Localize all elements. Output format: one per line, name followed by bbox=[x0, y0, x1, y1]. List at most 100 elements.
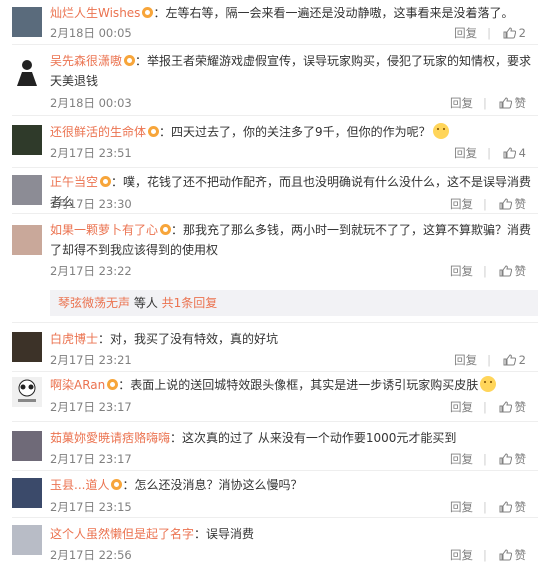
reply-button[interactable]: 回复 bbox=[450, 95, 473, 111]
avatar[interactable] bbox=[12, 377, 42, 407]
comment-text: ：误导消费 bbox=[194, 527, 255, 541]
like-button[interactable]: 赞 bbox=[499, 399, 527, 415]
username-link[interactable]: 如果一颗萝卜有了心 bbox=[50, 223, 158, 237]
like-count: 赞 bbox=[514, 264, 527, 278]
avatar[interactable] bbox=[12, 225, 42, 255]
like-button[interactable]: 赞 bbox=[499, 451, 527, 467]
like-count: 赞 bbox=[514, 548, 527, 562]
comment-text: ：对，我买了没有特效，真的好坑 bbox=[98, 332, 279, 346]
comment-time: 2月17日 23:15 bbox=[50, 500, 132, 514]
comment-text: ：这次真的过了 从来没有一个动作要1000元才能买到 bbox=[170, 431, 457, 445]
reply-button[interactable]: 回复 bbox=[454, 352, 477, 368]
like-count: 2 bbox=[518, 26, 526, 40]
like-button[interactable]: 2 bbox=[503, 352, 526, 368]
vip-badge-icon bbox=[142, 7, 154, 18]
thumbs-up-icon bbox=[503, 27, 516, 39]
avatar[interactable] bbox=[12, 56, 42, 86]
username-link[interactable]: 这个人虽然懒但是起了名字 bbox=[50, 527, 194, 541]
avatar[interactable] bbox=[12, 7, 42, 37]
comment-time: 2月17日 22:56 bbox=[50, 548, 132, 562]
vip-badge-icon bbox=[111, 479, 123, 490]
like-count: 赞 bbox=[514, 452, 527, 466]
comment-time: 2月18日 00:05 bbox=[50, 26, 132, 40]
thinking-emoji-icon bbox=[432, 123, 449, 139]
thumbs-up-icon bbox=[503, 147, 516, 159]
thumbs-up-icon bbox=[499, 97, 512, 109]
reply-button[interactable]: 回复 bbox=[450, 499, 473, 515]
like-button[interactable]: 赞 bbox=[499, 196, 526, 212]
reply-button[interactable]: 回复 bbox=[454, 25, 477, 41]
comment-text: ：举报王者荣耀游戏虚假宣传，误导玩家购买，侵犯了玩家的知情权，要求天美退钱 bbox=[50, 54, 532, 88]
reply-button[interactable]: 回复 bbox=[450, 451, 473, 467]
divider bbox=[12, 517, 538, 518]
like-button[interactable]: 赞 bbox=[499, 263, 527, 279]
thumbs-up-icon bbox=[499, 549, 512, 561]
divider bbox=[12, 44, 538, 45]
divider bbox=[12, 213, 538, 214]
avatar[interactable] bbox=[12, 175, 42, 205]
comment-time: 2月17日 23:17 bbox=[50, 452, 132, 466]
avatar-figure-icon bbox=[17, 60, 37, 86]
username-link[interactable]: 啊染ARan bbox=[50, 378, 105, 392]
like-count: 2 bbox=[518, 353, 526, 367]
divider bbox=[12, 167, 538, 168]
username-link[interactable]: 茹菓妳愛暁请痞赂嗨嗨 bbox=[50, 431, 170, 445]
username-link[interactable]: 正午当空 bbox=[50, 175, 98, 189]
thumbs-up-icon bbox=[499, 401, 512, 413]
comment-time: 2月18日 00:03 bbox=[50, 96, 132, 110]
username-link[interactable]: 吴先森很潇嗷 bbox=[50, 54, 122, 68]
username-link[interactable]: 白虎博士 bbox=[50, 332, 98, 346]
divider bbox=[12, 322, 538, 323]
avatar[interactable] bbox=[12, 431, 42, 461]
like-button[interactable]: 2 bbox=[503, 25, 526, 41]
like-button[interactable]: 4 bbox=[503, 145, 526, 161]
divider bbox=[12, 421, 538, 422]
divider bbox=[12, 115, 538, 116]
thumbs-up-icon bbox=[499, 501, 512, 513]
username-link[interactable]: 灿烂人生Wishes bbox=[50, 6, 140, 20]
username-link[interactable]: 玉县...道人 bbox=[50, 478, 109, 492]
like-count: 4 bbox=[518, 146, 526, 160]
panda-meme-icon bbox=[18, 379, 36, 402]
like-button[interactable]: 赞 bbox=[499, 547, 527, 563]
comment-time: 2月17日 23:21 bbox=[50, 353, 132, 367]
sub-reply-user-link[interactable]: 琴弦微荡无声 bbox=[58, 296, 130, 310]
vip-badge-icon bbox=[160, 224, 172, 235]
divider bbox=[12, 470, 538, 471]
reply-button[interactable]: 回复 bbox=[450, 547, 473, 563]
reply-button[interactable]: 回复 bbox=[450, 399, 473, 415]
like-button[interactable]: 赞 bbox=[499, 95, 527, 111]
comment-content: 灿烂人生Wishes ：左等右等，隔一会来看一遍还是没动静嗷，这事看来是没着落了。 bbox=[50, 3, 538, 23]
avatar[interactable] bbox=[12, 125, 42, 155]
sub-reply-bar: 琴弦微荡无声 等人 共1条回复 bbox=[50, 290, 538, 316]
vip-badge-icon bbox=[148, 126, 160, 137]
thumbs-up-icon bbox=[499, 453, 512, 465]
like-count: 赞 bbox=[514, 400, 527, 414]
vip-badge-icon bbox=[124, 55, 136, 66]
avatar[interactable] bbox=[12, 525, 42, 555]
view-replies-link[interactable]: 共1条回复 bbox=[162, 296, 218, 310]
comment-time: 2月17日 23:22 bbox=[50, 264, 132, 278]
comment-time: 2月17日 23:17 bbox=[50, 400, 132, 414]
like-button[interactable]: 赞 bbox=[499, 499, 527, 515]
avatar[interactable] bbox=[12, 478, 42, 508]
thumbs-up-icon bbox=[499, 265, 512, 277]
username-link[interactable]: 还很鲜活的生命体 bbox=[50, 125, 146, 139]
reply-button[interactable]: 回复 bbox=[454, 145, 477, 161]
reply-button[interactable]: 回复 bbox=[450, 263, 473, 279]
like-count: 赞 bbox=[514, 500, 527, 514]
comment-text: ：表面上说的送回城特效跟头像框，其实是进一步诱引玩家购买皮肤 bbox=[118, 378, 479, 392]
crying-emoji-icon bbox=[480, 376, 497, 392]
avatar[interactable] bbox=[12, 332, 42, 362]
comment-text: ：左等右等，隔一会来看一遍还是没动静嗷，这事看来是没着落了。 bbox=[153, 6, 514, 20]
divider bbox=[12, 371, 538, 372]
comment-text: ：怎么还没消息？消协这么慢吗？ bbox=[122, 478, 303, 492]
sub-reply-text: 等人 bbox=[130, 296, 162, 310]
vip-badge-icon bbox=[107, 379, 119, 390]
like-count: 赞 bbox=[514, 96, 527, 110]
thumbs-up-icon bbox=[503, 354, 516, 366]
comment-time: 2月17日 23:30 bbox=[50, 197, 132, 211]
vip-badge-icon bbox=[100, 176, 112, 187]
reply-button[interactable]: 回复 bbox=[450, 196, 473, 212]
comment-text: ：四天过去了，你的关注多了9千，但你的作为呢？ bbox=[159, 125, 431, 139]
